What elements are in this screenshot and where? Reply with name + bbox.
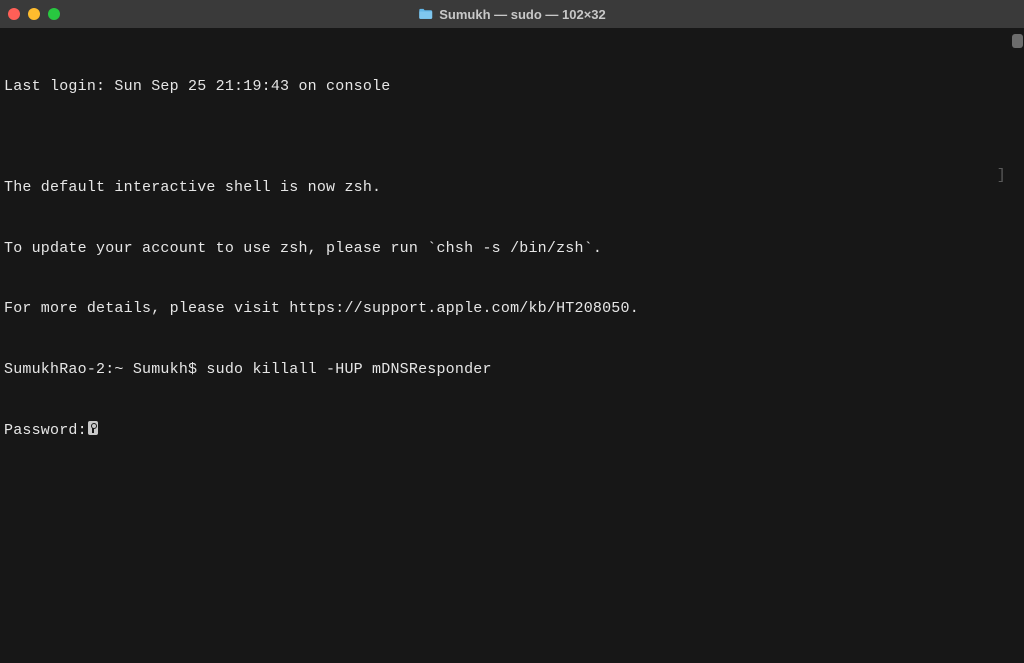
terminal-prompt-line: SumukhRao-2:~ Sumukh$ sudo killall -HUP … <box>4 360 1020 380</box>
folder-icon <box>418 8 433 20</box>
key-icon <box>88 421 98 435</box>
window-titlebar: Sumukh — sudo — 102×32 <box>0 0 1024 28</box>
terminal-line-zsh-2: To update your account to use zsh, pleas… <box>4 239 1020 259</box>
line-continuation-bracket: ] <box>997 166 1006 186</box>
terminal-line-zsh-3: For more details, please visit https://s… <box>4 299 1020 319</box>
terminal-body[interactable]: Last login: Sun Sep 25 21:19:43 on conso… <box>0 28 1024 663</box>
terminal-line-last-login: Last login: Sun Sep 25 21:19:43 on conso… <box>4 77 1020 97</box>
minimize-window-button[interactable] <box>28 8 40 20</box>
scrollbar-thumb[interactable] <box>1012 34 1023 48</box>
terminal-line-zsh-1: The default interactive shell is now zsh… <box>4 178 1020 198</box>
scrollbar-track[interactable] <box>1009 28 1024 663</box>
traffic-lights <box>8 8 60 20</box>
zoom-window-button[interactable] <box>48 8 60 20</box>
close-window-button[interactable] <box>8 8 20 20</box>
window-title-group: Sumukh — sudo — 102×32 <box>418 7 606 22</box>
password-label: Password: <box>4 422 87 439</box>
terminal-password-line: Password: <box>4 421 1020 441</box>
window-title: Sumukh — sudo — 102×32 <box>439 7 606 22</box>
